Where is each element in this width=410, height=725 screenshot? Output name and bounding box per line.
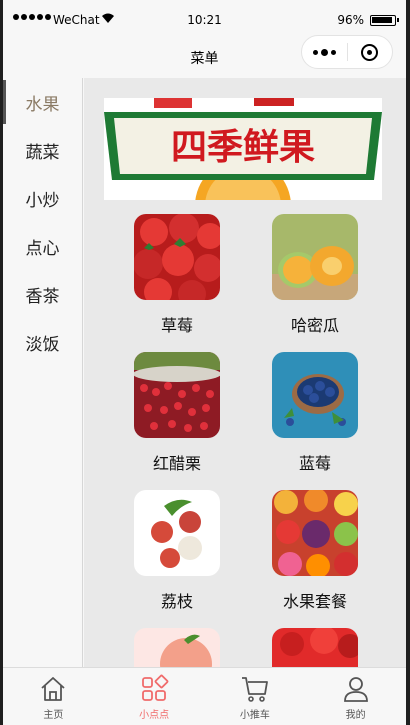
- bottom-tab-bar: 主页 小点点 小推车 我的: [3, 667, 406, 725]
- lychee-image: [134, 490, 220, 576]
- grid-icon: [142, 674, 169, 701]
- product-card-melon[interactable]: 哈密瓜: [250, 214, 380, 344]
- product-card-redcurrant[interactable]: 红醋栗: [112, 352, 242, 482]
- sidebar-item-stir-fry[interactable]: 小炒: [3, 174, 82, 222]
- sidebar-item-tea[interactable]: 香茶: [3, 270, 82, 318]
- melon-image: [272, 214, 358, 300]
- peach-image: [134, 628, 220, 667]
- more-dot-icon: [331, 49, 336, 55]
- product-card-red-fruit[interactable]: [250, 628, 380, 667]
- mini-program-capsule: [301, 35, 393, 69]
- tab-label: 我的: [345, 710, 366, 721]
- more-dot-icon: [321, 48, 328, 56]
- phone-screen: WeChat 10:21 96% 菜单 水果 蔬菜 小炒 点心 香茶 淡饭 四季…: [3, 0, 406, 725]
- sidebar-item-rice[interactable]: 淡饭: [3, 318, 82, 366]
- product-card-fruit-mix[interactable]: 水果套餐: [250, 490, 380, 620]
- product-name: 水果套餐: [282, 592, 347, 611]
- nav-bar: 菜单: [3, 35, 406, 78]
- tab-label: 小推车: [239, 710, 270, 721]
- user-icon: [343, 677, 368, 702]
- battery-icon: [370, 15, 399, 26]
- product-name: 哈密瓜: [290, 316, 339, 335]
- product-card-lychee[interactable]: 荔枝: [112, 490, 242, 620]
- product-name: 蓝莓: [298, 454, 331, 473]
- close-target-icon: [361, 43, 379, 61]
- cart-icon: [241, 677, 268, 702]
- status-bar: WeChat 10:21 96%: [3, 0, 406, 40]
- product-card-strawberry[interactable]: 草莓: [112, 214, 242, 344]
- product-name: 荔枝: [160, 592, 193, 611]
- blueberry-image: [272, 352, 358, 438]
- banner-title: 四季鲜果: [171, 127, 315, 168]
- product-panel: 四季鲜果 草莓 哈密瓜 红醋栗 蓝莓 荔枝 水果套餐: [84, 78, 406, 667]
- redcurrant-image: [134, 352, 220, 438]
- sidebar-item-snacks[interactable]: 点心: [3, 222, 82, 270]
- sidebar-item-fruit[interactable]: 水果: [3, 78, 82, 126]
- strawberry-image: [134, 214, 220, 300]
- product-card-blueberry[interactable]: 蓝莓: [250, 352, 380, 482]
- product-card-peach[interactable]: [112, 628, 242, 667]
- product-name: 红醋栗: [152, 454, 201, 473]
- more-dot-icon: [313, 49, 318, 55]
- product-name: 草莓: [160, 316, 193, 335]
- sidebar-item-vegetables[interactable]: 蔬菜: [3, 126, 82, 174]
- fruit-banner: 四季鲜果: [104, 98, 382, 200]
- tab-label: 主页: [43, 710, 64, 721]
- tab-label: 小点点: [139, 710, 170, 721]
- close-button[interactable]: [348, 36, 392, 68]
- home-icon: [41, 677, 65, 701]
- tab-profile[interactable]: 我的: [305, 668, 406, 725]
- category-sidebar: 水果 蔬菜 小炒 点心 香茶 淡饭: [3, 78, 83, 667]
- red-fruit-image: [272, 628, 358, 667]
- fruit-mix-image: [272, 490, 358, 576]
- more-button[interactable]: [302, 36, 347, 68]
- tab-cart[interactable]: 小推车: [205, 668, 306, 725]
- tab-home[interactable]: 主页: [3, 668, 104, 725]
- tab-categories[interactable]: 小点点: [104, 668, 205, 725]
- battery-percent: 96%: [337, 13, 364, 27]
